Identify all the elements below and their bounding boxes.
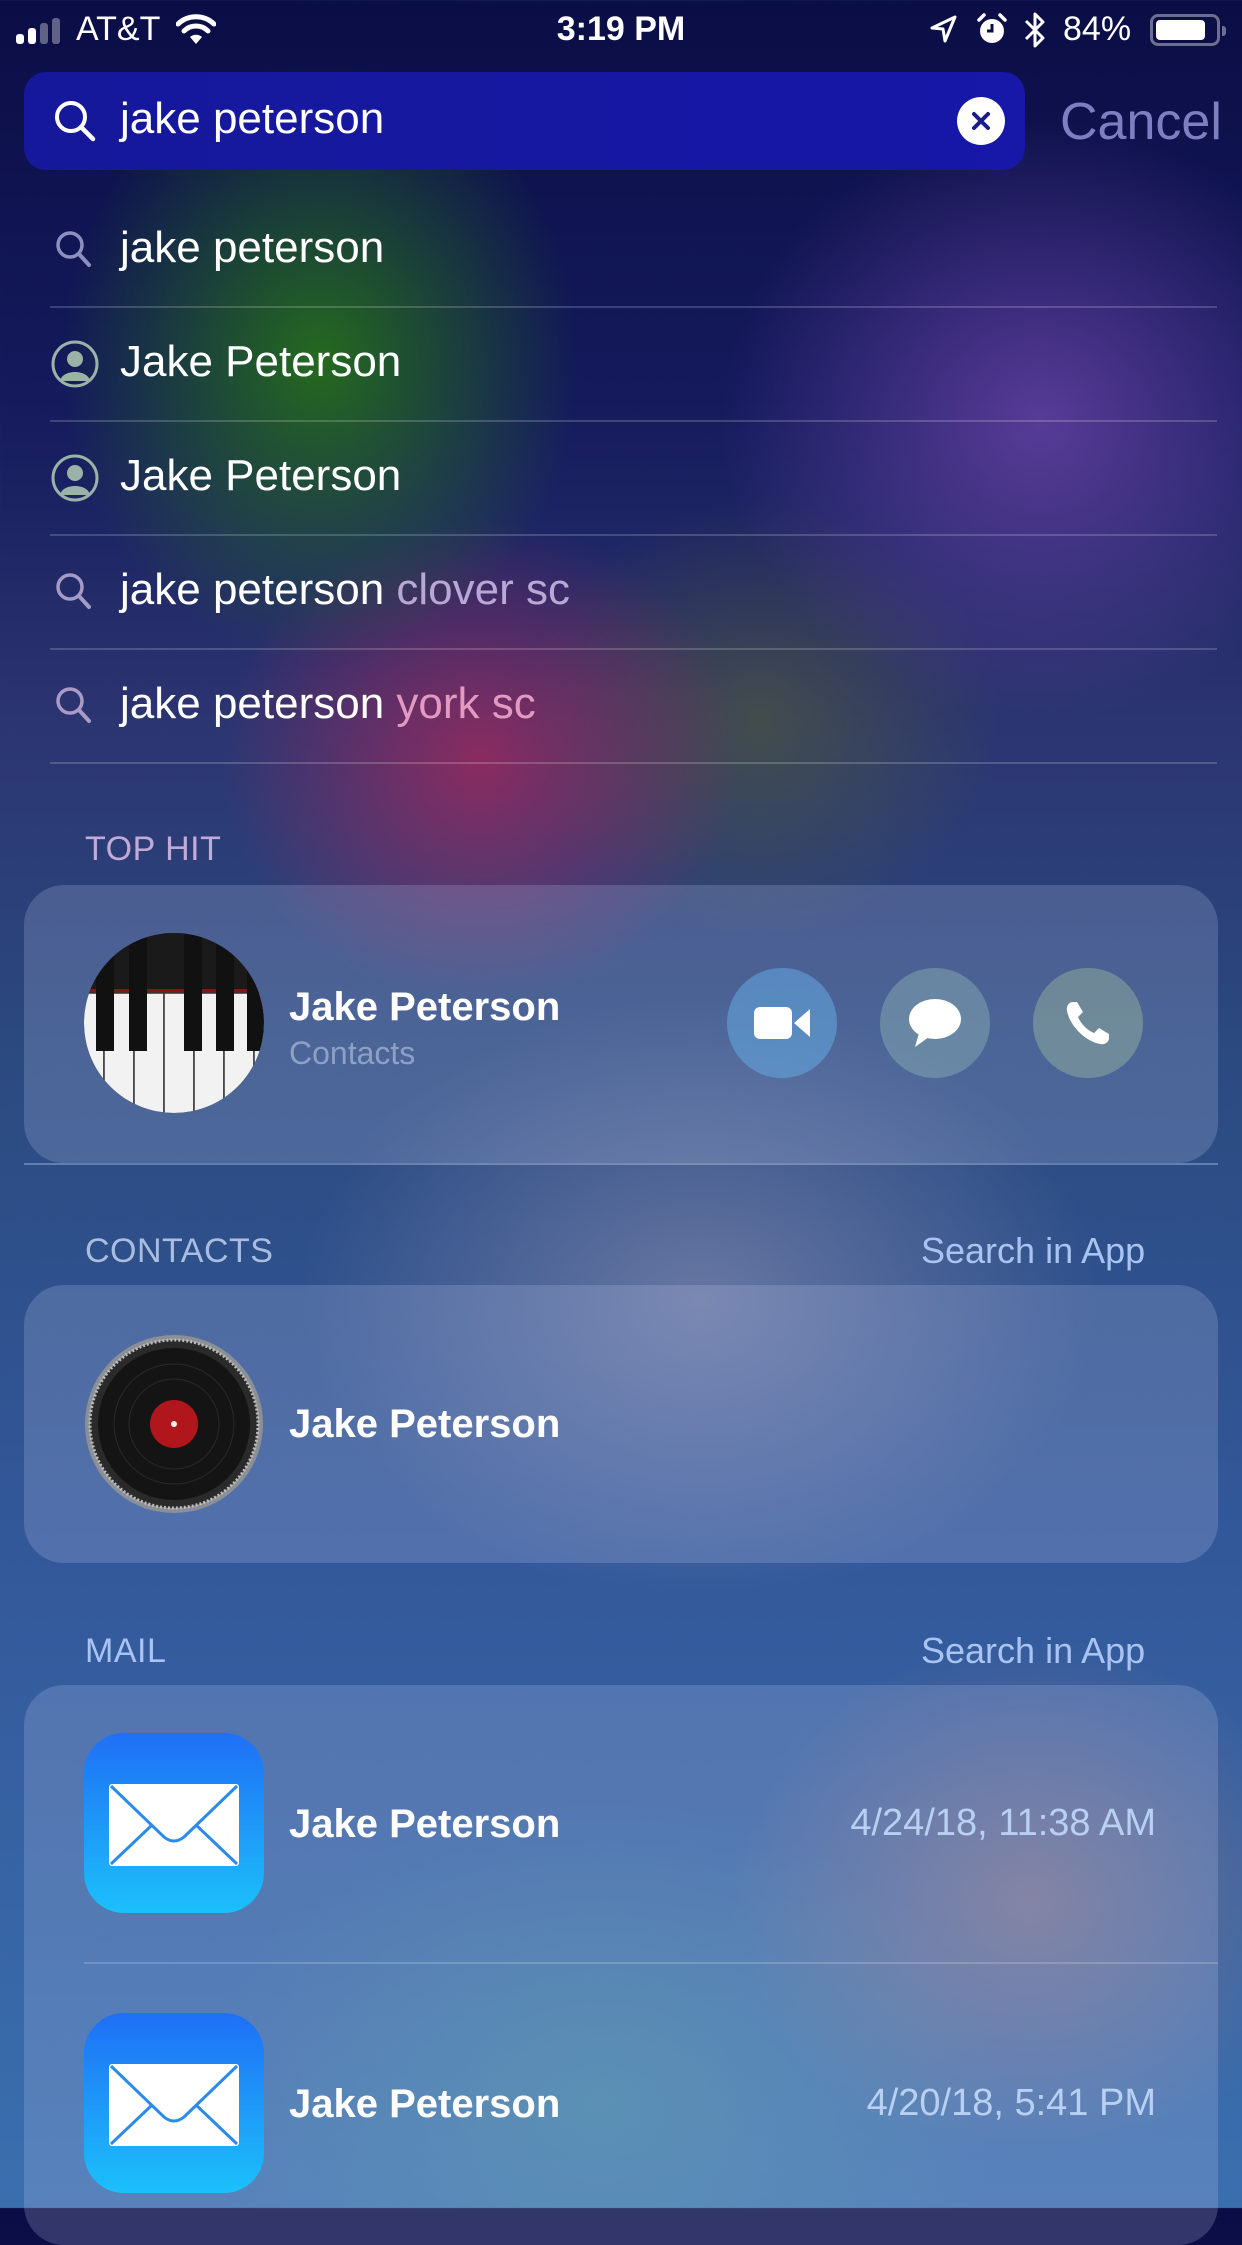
piano-keys-image bbox=[84, 933, 264, 1113]
contact-avatar bbox=[84, 1334, 264, 1514]
mail-sender: Jake Peterson bbox=[289, 2082, 561, 2126]
mail-date: 4/24/18, 11:38 AM bbox=[850, 1802, 1156, 1844]
vinyl-record-image bbox=[85, 1335, 263, 1513]
person-icon bbox=[51, 454, 99, 502]
search-icon bbox=[55, 101, 96, 142]
suggestion-row[interactable]: Jake Peterson bbox=[0, 307, 1242, 421]
call-button[interactable] bbox=[1033, 968, 1143, 1078]
suggestion-text: Jake Peterson bbox=[120, 451, 402, 500]
status-bar: AT&T 3:19 PM 84% bbox=[0, 0, 1242, 60]
battery-percent: 84% bbox=[1063, 10, 1132, 48]
divider bbox=[50, 762, 1217, 764]
mail-section-label: MAIL bbox=[85, 1632, 167, 1670]
clear-search-button[interactable] bbox=[957, 97, 1005, 145]
search-input[interactable]: jake peterson bbox=[120, 94, 384, 144]
suggestion-text: Jake Peterson bbox=[120, 337, 402, 386]
suggestion-row[interactable]: jake peterson york sc bbox=[0, 649, 1242, 763]
contact-name: Jake Peterson bbox=[289, 985, 561, 1029]
mail-result-row[interactable]: Jake Peterson 4/24/18, 11:38 AM bbox=[24, 1685, 1218, 1963]
mail-results-card: Jake Peterson 4/24/18, 11:38 AM Jake Pet… bbox=[24, 1685, 1218, 2245]
top-hit-card[interactable]: Jake Peterson Contacts bbox=[24, 885, 1218, 1163]
envelope-icon bbox=[109, 1784, 239, 1866]
search-icon bbox=[56, 231, 91, 267]
suggestion-row[interactable]: jake peterson bbox=[0, 193, 1242, 307]
envelope-icon bbox=[109, 2064, 239, 2146]
facetime-button[interactable] bbox=[727, 968, 837, 1078]
mail-app-icon bbox=[84, 2013, 264, 2193]
mail-date: 4/20/18, 5:41 PM bbox=[866, 2082, 1156, 2124]
top-hit-label: TOP HIT bbox=[85, 830, 222, 868]
message-bubble-icon bbox=[909, 999, 961, 1047]
result-source: Contacts bbox=[289, 1035, 416, 1071]
suggestion-hint: clover sc bbox=[396, 565, 570, 614]
location-icon bbox=[930, 15, 957, 43]
contact-result-card[interactable]: Jake Peterson bbox=[24, 1285, 1218, 1563]
mail-app-icon bbox=[84, 1733, 264, 1913]
cancel-button[interactable]: Cancel bbox=[1060, 92, 1222, 152]
clear-icon bbox=[972, 112, 990, 130]
suggestion-row[interactable]: jake peterson clover sc bbox=[0, 535, 1242, 649]
contact-name: Jake Peterson bbox=[289, 1402, 561, 1446]
contacts-search-in-app-link[interactable]: Search in App bbox=[921, 1230, 1145, 1272]
suggestion-hint: york sc bbox=[396, 679, 536, 728]
mail-search-in-app-link[interactable]: Search in App bbox=[921, 1630, 1145, 1672]
battery-icon bbox=[1150, 14, 1226, 46]
mail-result-row[interactable]: Jake Peterson 4/20/18, 5:41 PM bbox=[24, 1963, 1218, 2241]
person-icon bbox=[51, 340, 99, 388]
contacts-section-label: CONTACTS bbox=[85, 1232, 274, 1270]
message-button[interactable] bbox=[880, 968, 990, 1078]
alarm-icon bbox=[977, 13, 1007, 43]
search-icon bbox=[56, 687, 91, 723]
suggestion-text: jake peterson bbox=[120, 679, 385, 728]
suggestion-text: jake peterson bbox=[120, 223, 385, 272]
suggestion-text: jake peterson bbox=[120, 565, 385, 614]
suggestion-row[interactable]: Jake Peterson bbox=[0, 421, 1242, 535]
clock: 3:19 PM bbox=[556, 10, 686, 48]
search-icon bbox=[56, 573, 91, 609]
search-bar[interactable]: jake peterson bbox=[24, 72, 1025, 170]
divider bbox=[24, 1163, 1218, 1165]
contact-avatar bbox=[84, 933, 264, 1113]
bluetooth-icon bbox=[1024, 12, 1045, 48]
mail-sender: Jake Peterson bbox=[289, 1802, 561, 1846]
video-camera-icon bbox=[754, 1007, 810, 1039]
phone-icon bbox=[1066, 1002, 1109, 1045]
